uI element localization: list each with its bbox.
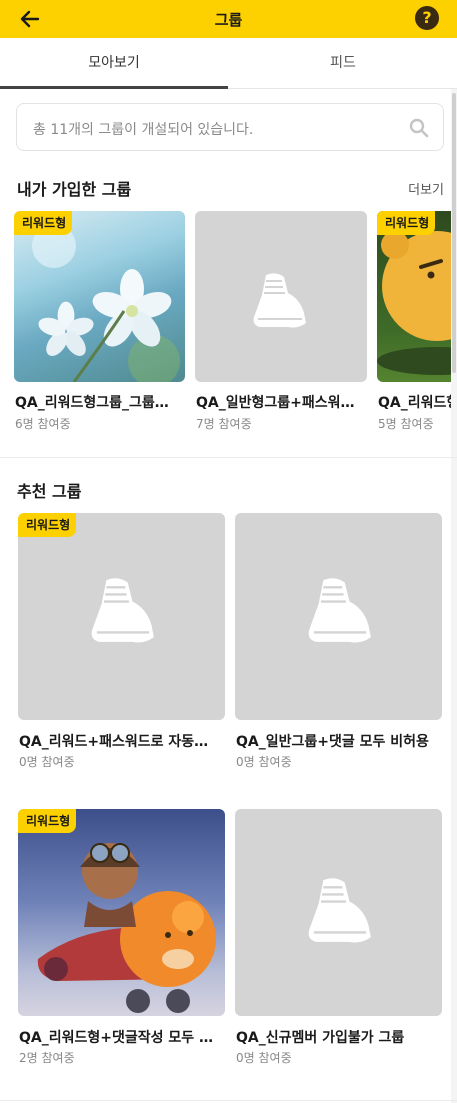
my-group-card[interactable]: 리워드형 QA_리워드형그룹_그룹… 6명 참여중 [14,211,185,431]
reward-badge: 리워드형 [14,211,73,235]
bottom-divider [0,1100,457,1101]
group-thumbnail [235,513,442,720]
section-divider [0,457,457,458]
recommended-group-card[interactable]: 리워드형 QA_리워드형+댓글작성 모두 … 2명 참여중 [18,809,225,1069]
my-groups-title: 내가 가입한 그룹 [17,180,132,199]
tab-bar: 모아보기 피드 [0,38,457,89]
group-name: QA_일반형그룹+패스워… [196,395,355,411]
ryan-character [377,231,451,375]
group-thumbnail: 리워드형 [377,211,451,382]
member-count: 0명 참여중 [236,1051,292,1065]
group-thumbnail [235,809,442,1016]
member-count: 2명 참여중 [19,1051,75,1065]
scrollbar-thumb[interactable] [452,93,456,373]
sneaker-placeholder-icon [308,878,371,943]
sneaker-placeholder-icon [253,273,306,328]
sneaker-placeholder-icon [308,578,371,643]
recommended-group-card[interactable]: QA_일반그룹+댓글 모두 비허용 0명 참여중 [235,513,442,773]
search-placeholder: 총 11개의 그룹이 개설되어 있습니다. [33,122,254,138]
member-count: 5명 참여중 [378,417,434,431]
group-thumbnail [195,211,367,382]
group-name: QA_신규멤버 가입불가 그룹 [236,1030,405,1046]
member-count: 0명 참여중 [19,755,75,769]
member-count: 6명 참여중 [15,417,71,431]
flower-photo [32,224,180,382]
recommended-title: 추천 그룹 [17,482,82,501]
reward-badge: 리워드형 [377,211,436,235]
group-name: QA_리워드+패스워드로 자동… [19,734,209,750]
group-name: QA_리워드형그룹_그룹… [15,395,169,411]
tab-overview[interactable]: 모아보기 [0,38,228,89]
app-header: 그룹 ? [0,0,457,38]
search-field[interactable]: 총 11개의 그룹이 개설되어 있습니다. [16,103,444,151]
member-count: 7명 참여중 [196,417,252,431]
help-icon[interactable]: ? [415,6,439,30]
group-name: QA_리워드형+댓글작성 모두 … [19,1030,214,1046]
group-thumbnail: 리워드형 [18,513,225,720]
reward-badge: 리워드형 [18,809,77,833]
recommended-group-card[interactable]: QA_신규멤버 가입불가 그룹 0명 참여중 [235,809,442,1069]
group-thumbnail: 리워드형 [18,809,225,1016]
tab-feed[interactable]: 피드 [229,38,457,88]
member-count: 0명 참여중 [236,755,292,769]
my-group-card[interactable]: QA_일반형그룹+패스워… 7명 참여중 [195,211,367,431]
scrollbar[interactable] [451,89,457,1103]
recommended-group-card[interactable]: 리워드형 QA_리워드+패스워드로 자동… 0명 참여중 [18,513,225,773]
group-name: QA_리워드형 [378,395,451,411]
page-title: 그룹 [214,11,243,29]
my-groups-more-link[interactable]: 더보기 [408,179,444,198]
reward-badge: 리워드형 [18,513,77,537]
my-group-card[interactable]: 리워드형 QA_리워드형 5명 참여중 [377,211,451,431]
sneaker-placeholder-icon [91,578,154,643]
search-icon[interactable] [409,118,429,138]
ryan-pilot-illustration [37,843,216,1013]
group-name: QA_일반그룹+댓글 모두 비허용 [236,734,429,750]
group-thumbnail: 리워드형 [14,211,185,382]
